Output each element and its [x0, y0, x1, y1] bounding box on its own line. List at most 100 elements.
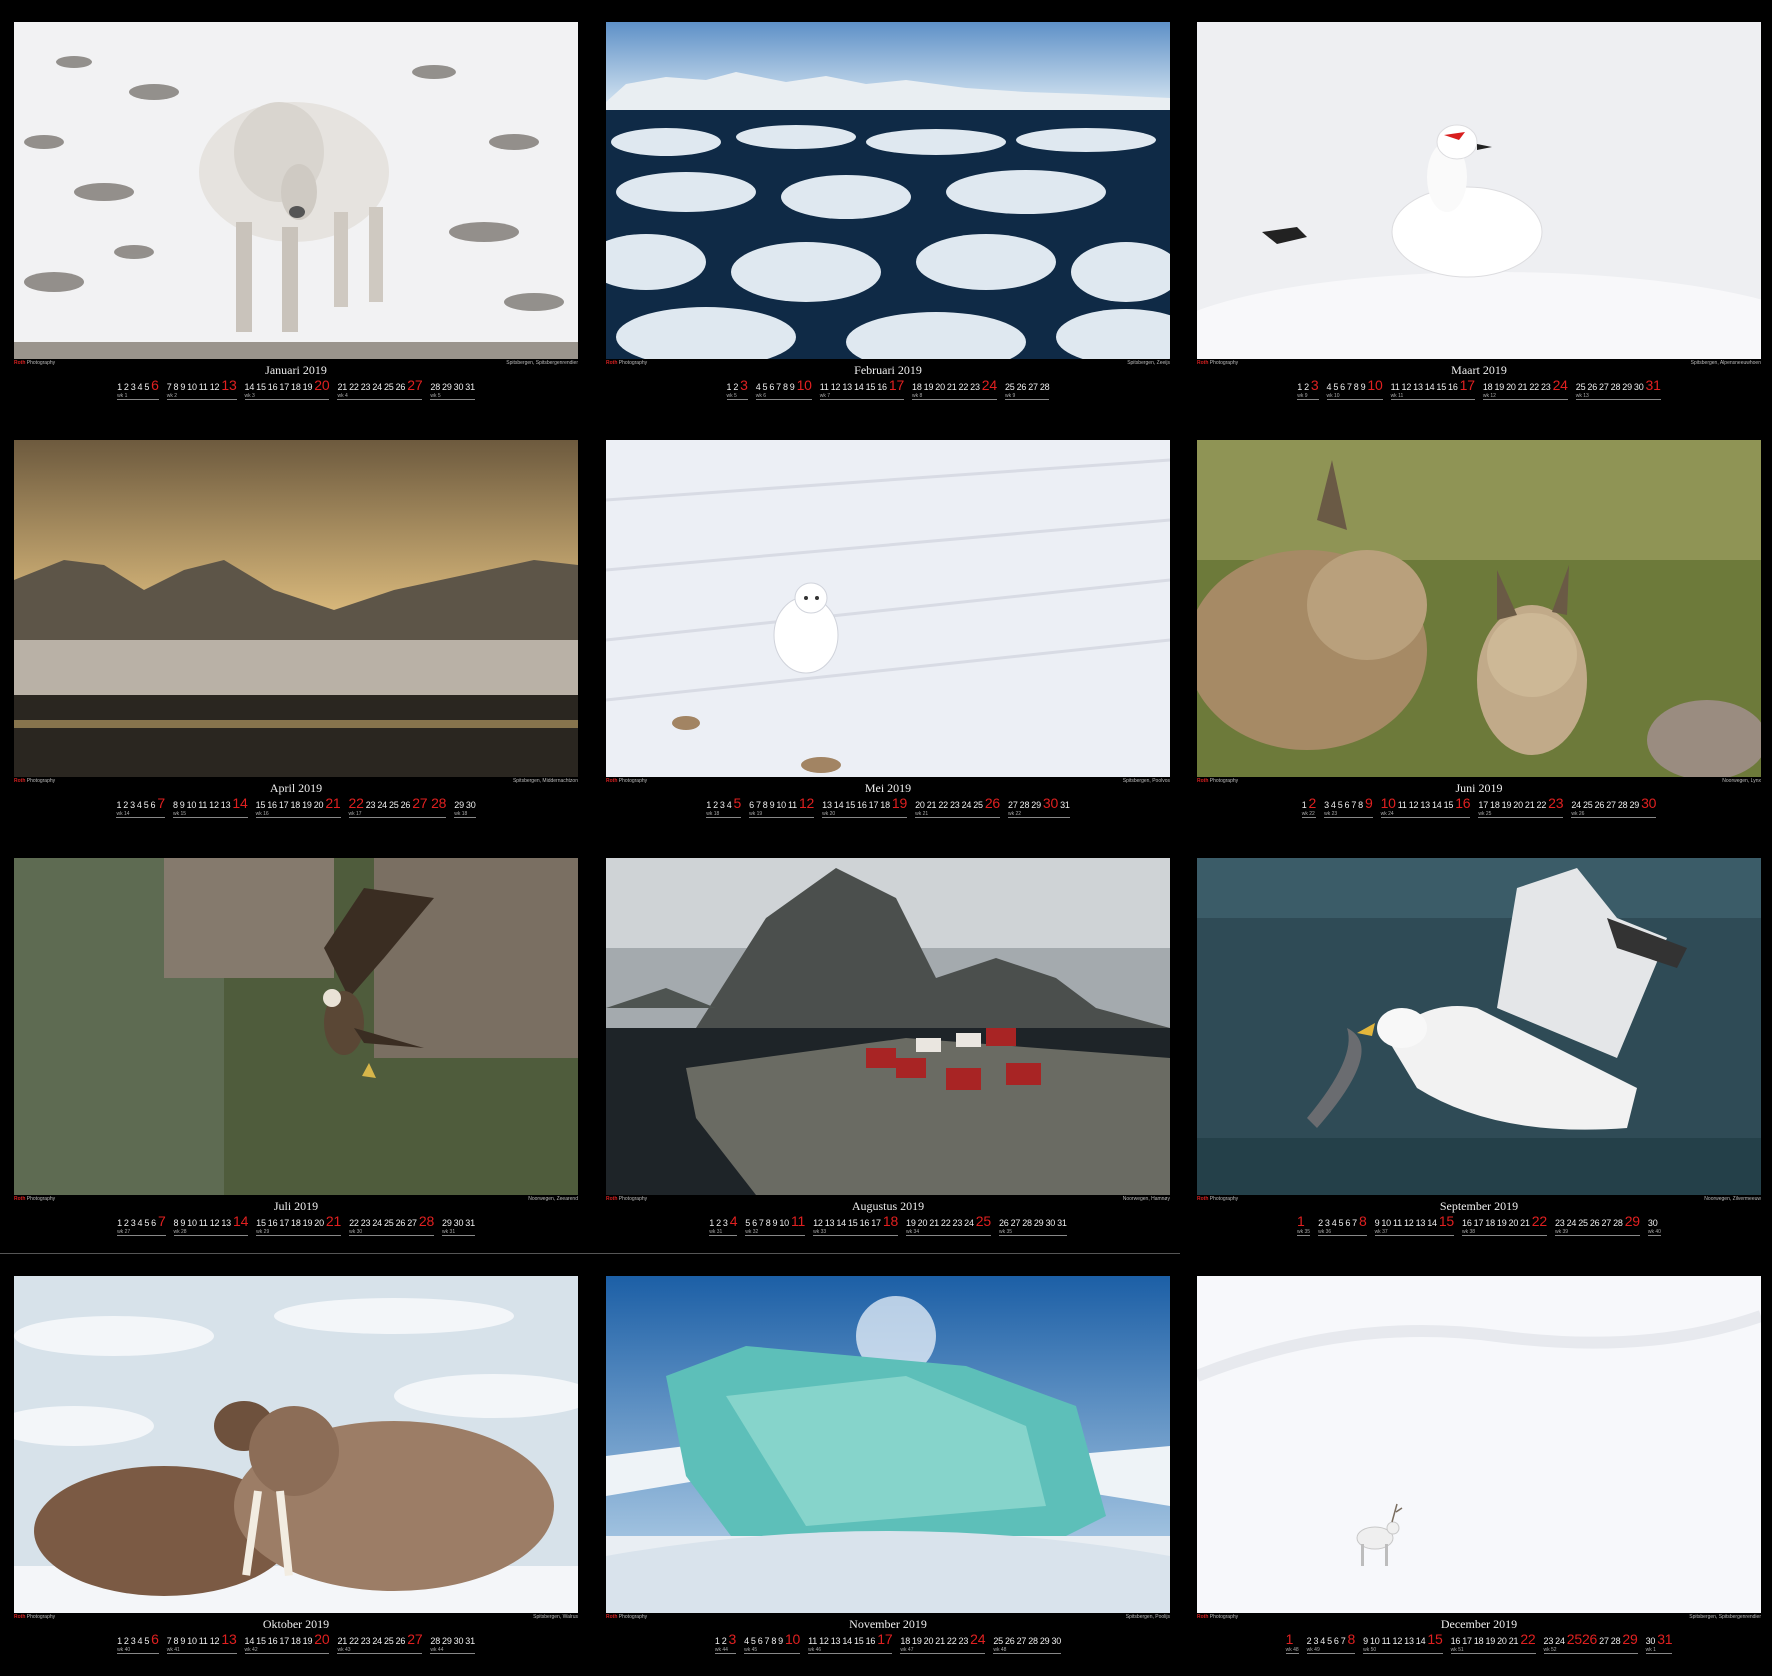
day-date: 25 — [383, 1218, 394, 1228]
week-number: wk 12 — [1482, 393, 1496, 399]
sunday-date: 22 — [1531, 1213, 1547, 1229]
sunday-date: 24 — [1552, 377, 1568, 393]
day-date: 22 — [1536, 800, 1547, 810]
day-date: 8 — [172, 800, 178, 810]
week-number: wk 34 — [906, 1229, 920, 1235]
week-number: wk 52 — [1543, 1647, 1557, 1653]
day-date: 17 — [871, 1218, 881, 1228]
day-date: 1 — [117, 1218, 122, 1228]
day-calendar: 1 2 3 wk 44 4 5 6 7 8 9 10 wk 45 11 12 13 14 15 16 17 wk 46… — [606, 1631, 1170, 1661]
calendar-week: 26 27 28 29 30 31 wk 35 — [998, 1213, 1067, 1236]
day-date: 16 — [857, 800, 867, 810]
calendar-page: Roth Photography Spitsbergen, Spitsbergen… — [1197, 1276, 1761, 1676]
day-date: 17 — [279, 1218, 290, 1228]
calendar-week: 21 22 23 24 25 26 27 wk 43 — [337, 1631, 423, 1654]
day-date: 6 — [752, 1218, 757, 1228]
month-title: April 2019 — [269, 781, 323, 795]
calendar-week: 18 19 20 21 22 23 24 wk 8 — [912, 377, 997, 400]
calendar-week: 25 26 27 28 29 30 wk 48 — [993, 1631, 1061, 1654]
week-number: wk 30 — [349, 1229, 363, 1235]
week-number: wk 38 — [1462, 1229, 1476, 1235]
week-number: wk 16 — [255, 811, 269, 817]
day-calendar: 1 2 3 4 5 wk 18 6 7 8 9 10 11 12 wk 19 13 14 15 16 17 18 19 w… — [606, 795, 1170, 825]
calendar-week: 15 16 17 18 19 20 21 wk 16 — [255, 795, 341, 818]
week-number: wk 19 — [749, 811, 763, 817]
calendar-photo — [14, 22, 578, 359]
calendar-week: 15 16 17 18 19 20 21 wk 29 — [256, 1213, 341, 1236]
day-date: 18 — [290, 800, 301, 810]
calendar-week: 24 25 26 27 28 29 30 wk 26 — [1571, 795, 1656, 818]
day-date: 27 — [407, 1218, 417, 1228]
day-date: 19 — [1485, 1636, 1496, 1646]
day-date: 12 — [209, 800, 219, 810]
day-date: 5 — [750, 1636, 756, 1646]
day-date: 6 — [1344, 800, 1350, 810]
day-date: 25 — [1575, 382, 1586, 392]
calendar-week: 30 31 wk 1 — [1645, 1631, 1673, 1654]
day-date: 11 — [1390, 382, 1400, 392]
day-date: 29 — [442, 382, 452, 392]
sunday-date: 10 — [796, 377, 812, 393]
day-date: 13 — [822, 800, 832, 810]
sunday-date: 13 — [221, 377, 237, 393]
calendar-page: Roth Photography Spitsbergen, Middernacht… — [14, 440, 578, 840]
week-number: wk 1 — [1645, 1647, 1656, 1653]
week-number: wk 6 — [755, 393, 766, 399]
calendar-week: 4 5 6 7 8 9 10 wk 6 — [755, 377, 812, 400]
day-date: 3 — [130, 382, 136, 392]
day-date: 3 — [722, 1218, 728, 1228]
week-number: wk 31 — [709, 1229, 723, 1235]
day-date: 30 — [465, 800, 476, 810]
week-number: wk 18 — [454, 811, 468, 817]
day-date: 11 — [1397, 800, 1407, 810]
day-date: 24 — [372, 1636, 382, 1646]
sunday-date: 30 — [1042, 795, 1059, 811]
week-number: wk 45 — [744, 1647, 758, 1653]
day-date: 25 — [388, 800, 399, 810]
sunday-date: 27 — [407, 377, 423, 393]
day-date: 12 — [1392, 1636, 1403, 1646]
day-date: 2 — [733, 382, 739, 392]
sunday-date: 6 — [151, 377, 159, 393]
day-date: 20 — [935, 382, 945, 392]
calendar-week: 1 2 3 4 5 6 wk 40 — [117, 1631, 159, 1654]
day-date: 24 — [1555, 1636, 1565, 1646]
day-date: 26 — [1587, 382, 1598, 392]
day-date: 2 — [123, 1636, 129, 1646]
sunday-date: 2 — [1308, 795, 1317, 811]
day-date: 30 — [453, 382, 464, 392]
day-date: 21 — [1524, 800, 1535, 810]
day-date: 8 — [173, 1636, 179, 1646]
day-date: 23 — [360, 1218, 371, 1228]
day-date: 23 — [360, 382, 371, 392]
day-date: 7 — [755, 800, 761, 810]
month-title: November 2019 — [849, 1617, 927, 1631]
day-date: 26 — [395, 1636, 406, 1646]
day-date: 18 — [912, 382, 922, 392]
day-date: 4 — [1320, 1636, 1326, 1646]
day-date: 14 — [1415, 1636, 1426, 1646]
day-date: 21 — [337, 382, 348, 392]
day-date: 21 — [1508, 1636, 1519, 1646]
day-date: 20 — [915, 800, 925, 810]
calendar-week: 28 29 30 31 wk 44 — [430, 1631, 475, 1654]
day-date: 13 — [1420, 800, 1430, 810]
sunday-date: 25 — [975, 1213, 991, 1229]
calendar-week: 1 2 wk 22 — [1301, 795, 1317, 818]
day-date: 23 — [949, 800, 960, 810]
day-date: 13 — [824, 1218, 835, 1228]
calendar-photo — [1197, 440, 1761, 777]
day-date: 9 — [772, 1218, 778, 1228]
day-date: 23 — [1554, 1218, 1565, 1228]
day-date: 18 — [291, 1218, 301, 1228]
day-date: 16 — [865, 1636, 876, 1646]
week-number: wk 42 — [244, 1647, 258, 1653]
week-number: wk 44 — [430, 1647, 444, 1653]
month-title: December 2019 — [1440, 1617, 1518, 1631]
week-number: wk 3 — [244, 393, 255, 399]
sunday-date: 3 — [1310, 377, 1319, 393]
sunday-date: 15 — [1438, 1213, 1455, 1229]
sunday-date: 21 — [325, 1213, 342, 1229]
day-date: 9 — [179, 800, 185, 810]
day-date: 8 — [762, 800, 768, 810]
